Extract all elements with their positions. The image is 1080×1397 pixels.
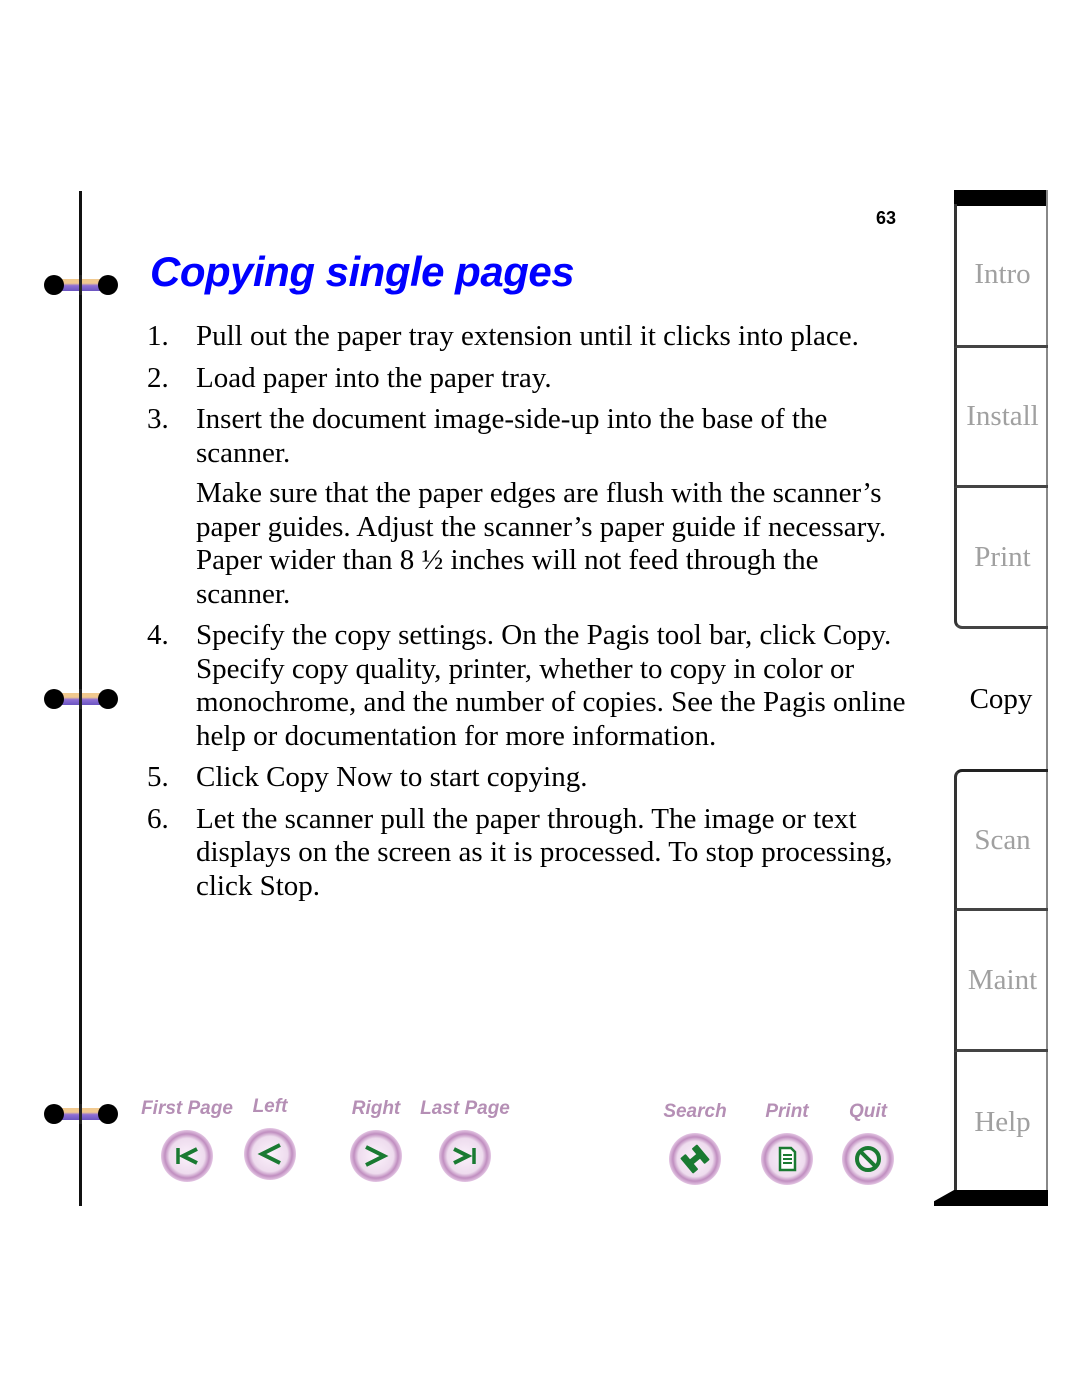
tab-print[interactable]: Print bbox=[954, 488, 1048, 629]
document-icon bbox=[778, 1146, 797, 1172]
step-text: Let the scanner pull the paper through. … bbox=[196, 802, 893, 902]
list-item: 2. Load paper into the paper tray. bbox=[147, 362, 907, 396]
section-tabs: Intro Install Print Copy Scan Maint Help bbox=[934, 190, 1048, 1206]
last-page-button[interactable]: Last Page bbox=[410, 1098, 520, 1187]
step-number: 3. bbox=[147, 403, 169, 435]
step-text: Load paper into the paper tray. bbox=[196, 361, 552, 394]
list-item: 1. Pull out the paper tray extension unt… bbox=[147, 320, 907, 354]
tab-install[interactable]: Install bbox=[954, 348, 1048, 488]
tab-help[interactable]: Help bbox=[954, 1052, 1048, 1192]
step-number: 2. bbox=[147, 361, 169, 394]
arrow-left-icon bbox=[257, 1143, 281, 1165]
last-page-icon bbox=[453, 1147, 476, 1165]
tab-scan[interactable]: Scan bbox=[954, 769, 1048, 911]
tab-copy[interactable]: Copy bbox=[954, 629, 1048, 769]
step-text: Insert the document image-side-up into t… bbox=[196, 403, 828, 469]
step-list: 1. Pull out the paper tray extension unt… bbox=[147, 320, 907, 911]
page-number: 63 bbox=[876, 208, 897, 228]
no-entry-icon bbox=[855, 1146, 881, 1172]
list-item: 4. Specify the copy settings. On the Pag… bbox=[147, 619, 907, 753]
list-item: 6. Let the scanner pull the paper throug… bbox=[147, 803, 907, 904]
list-item: 5. Click Copy Now to start copying. bbox=[147, 761, 907, 795]
step-number: 6. bbox=[147, 802, 169, 835]
step-note: Make sure that the paper edges are flush… bbox=[196, 477, 887, 610]
last-page-label: Last Page bbox=[420, 1098, 510, 1119]
binder-ring bbox=[44, 275, 118, 295]
quit-label: Quit bbox=[849, 1101, 887, 1122]
binder-ring bbox=[44, 689, 118, 709]
step-number: 1. bbox=[147, 320, 169, 352]
tab-maint[interactable]: Maint bbox=[954, 911, 1048, 1052]
binoculars-icon bbox=[680, 1144, 710, 1174]
step-number: 4. bbox=[147, 619, 169, 651]
quit-button[interactable]: Quit bbox=[813, 1101, 923, 1190]
first-page-icon bbox=[176, 1147, 198, 1165]
step-number: 5. bbox=[147, 761, 169, 793]
step-text: Specify the copy settings. On the Pagis … bbox=[196, 619, 906, 752]
left-label: Left bbox=[252, 1096, 288, 1117]
step-text: Pull out the paper tray extension until … bbox=[196, 320, 859, 352]
list-item: 3. Insert the document image-side-up int… bbox=[147, 403, 907, 611]
tab-intro[interactable]: Intro bbox=[954, 204, 1048, 348]
page-title: Copying single pages bbox=[150, 248, 575, 295]
tabs-bottom-edge bbox=[934, 1190, 1048, 1206]
left-button[interactable]: Left bbox=[215, 1096, 325, 1185]
arrow-right-icon bbox=[365, 1145, 389, 1167]
step-text: Click Copy Now to start copying. bbox=[196, 761, 588, 793]
binder-ring bbox=[44, 1104, 118, 1124]
